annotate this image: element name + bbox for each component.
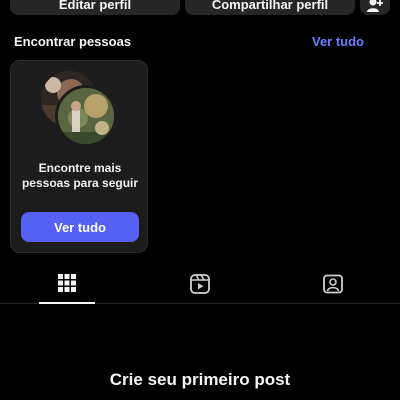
see-all-button[interactable]: Ver tudo <box>21 212 139 242</box>
edit-profile-button[interactable]: Editar perfil <box>10 0 180 15</box>
add-user-button[interactable] <box>360 0 390 15</box>
active-tab-indicator <box>39 302 95 304</box>
profile-action-row: Editar perfil Compartilhar perfil <box>10 0 390 15</box>
share-profile-button[interactable]: Compartilhar perfil <box>185 0 355 15</box>
tab-reels[interactable] <box>170 268 230 304</box>
empty-state-title: Crie seu primeiro post <box>109 370 291 389</box>
reels-icon <box>190 274 210 294</box>
tab-tagged[interactable] <box>303 268 363 304</box>
tab-posts[interactable] <box>37 268 97 304</box>
suggestion-card-text: Encontre mais pessoas para seguir <box>21 161 139 190</box>
tagged-user-icon <box>323 274 343 294</box>
edit-profile-label: Editar perfil <box>58 0 132 12</box>
see-all-link[interactable]: Ver tudo <box>312 34 364 49</box>
suggestions-title: Encontrar pessoas <box>14 34 132 49</box>
suggestions-header: Encontrar pessoas Ver tudo <box>14 34 386 52</box>
profile-tabs <box>0 268 400 304</box>
add-user-icon <box>367 0 383 12</box>
grid-icon <box>58 274 76 292</box>
share-profile-label: Compartilhar perfil <box>211 0 329 12</box>
avatar <box>55 85 117 147</box>
suggestion-card: Encontre mais pessoas para seguir Ver tu… <box>10 60 148 253</box>
